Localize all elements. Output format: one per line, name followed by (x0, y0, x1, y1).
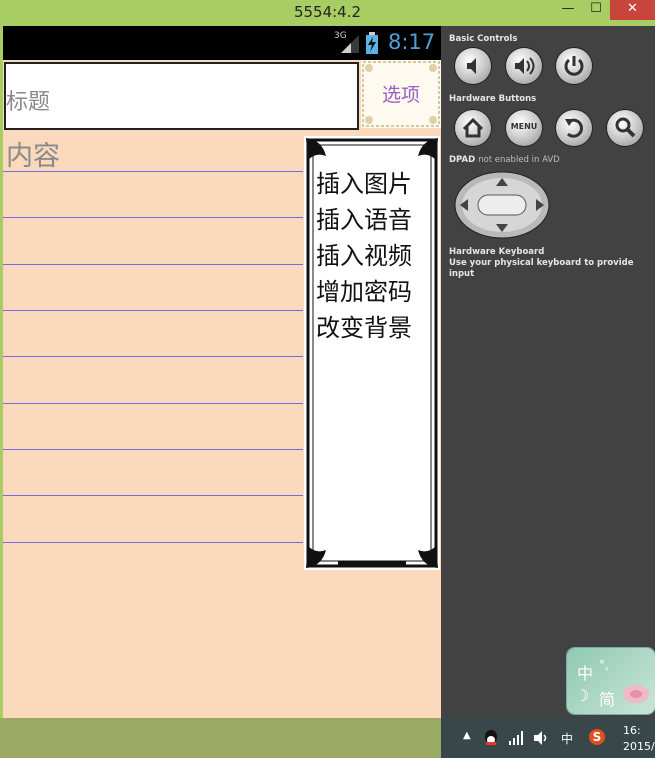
back-button[interactable] (556, 110, 592, 146)
power-button[interactable] (556, 48, 592, 84)
ruled-line (3, 542, 303, 543)
content-input[interactable]: 内容 (3, 130, 303, 718)
menu-button[interactable]: MENU (506, 110, 542, 146)
moon-icon: ☽ (575, 686, 590, 705)
volume-up-icon (515, 57, 535, 75)
dpad-control[interactable] (453, 170, 551, 240)
signal-icon (341, 35, 359, 53)
phone-screen: 3G 8:17 标题 选项 内容 插入图片 插入语音 插入视频 增加密码 改变背… (3, 26, 441, 718)
menu-button-label: MENU (510, 122, 538, 131)
back-icon (565, 118, 583, 138)
basic-controls-heading: Basic Controls (449, 34, 518, 44)
tray-ime-indicator[interactable]: 中 (561, 730, 573, 747)
ruled-line (3, 264, 303, 265)
ruled-line (3, 356, 303, 357)
ruled-line (3, 217, 303, 218)
search-button[interactable] (607, 110, 643, 146)
tray-expand-icon[interactable]: ▲ (463, 730, 471, 741)
minimize-button[interactable]: — (555, 0, 581, 20)
ruled-line (3, 495, 303, 496)
ime-widget[interactable]: 中 °, ☽ 简 (567, 648, 655, 714)
battery-icon (366, 32, 378, 54)
dpad-heading: DPAD not enabled in AVD (449, 155, 560, 165)
network-icon[interactable] (509, 731, 525, 745)
sogou-icon[interactable]: S (589, 729, 605, 745)
volume-down-button[interactable] (455, 48, 491, 84)
maximize-button[interactable]: ☐ (583, 0, 609, 20)
dpad-note: not enabled in AVD (478, 155, 560, 165)
flower-icon (623, 685, 649, 703)
volume-up-button[interactable] (506, 48, 542, 84)
menu-item-change-background[interactable]: 改变背景 (316, 308, 412, 343)
home-icon (462, 117, 484, 138)
search-icon (615, 117, 636, 138)
ruled-line (3, 171, 303, 172)
status-bar: 3G 8:17 (3, 26, 441, 60)
power-icon (564, 56, 584, 76)
menu-item-add-password[interactable]: 增加密码 (316, 272, 412, 307)
keyboard-heading: Hardware Keyboard (449, 247, 545, 257)
dpad-label: DPAD (449, 155, 476, 165)
emulator-controls: Basic Controls Hardware Buttons MENU DPA… (441, 26, 655, 718)
window-titlebar: 5554:4.2 — ☐ ✕ (0, 0, 655, 26)
clock-time: 16: (623, 724, 641, 737)
ruled-line (3, 449, 303, 450)
volume-down-icon (467, 58, 476, 74)
taskbar-clock[interactable]: 16: 2015/ (623, 723, 655, 755)
clock-date: 2015/ (623, 740, 655, 753)
ruled-line (3, 403, 303, 404)
menu-item-insert-audio[interactable]: 插入语音 (316, 200, 412, 235)
speaker-icon[interactable] (533, 730, 549, 746)
menu-item-insert-video[interactable]: 插入视频 (316, 236, 412, 271)
close-button[interactable]: ✕ (610, 0, 655, 20)
options-label: 选项 (381, 84, 420, 106)
options-button[interactable]: 选项 (361, 60, 441, 128)
status-time: 8:17 (388, 30, 436, 54)
content-placeholder: 内容 (6, 141, 60, 172)
menu-item-insert-image[interactable]: 插入图片 (316, 164, 412, 199)
qq-icon[interactable] (483, 729, 499, 747)
hardware-buttons-heading: Hardware Buttons (449, 94, 537, 104)
title-input[interactable]: 标题 (4, 62, 359, 130)
keyboard-hint: Use your physical keyboard to provide in… (449, 258, 634, 279)
home-button[interactable] (455, 110, 491, 146)
phone-nav-bar (0, 718, 441, 758)
ime-punctuation: °, (599, 658, 609, 672)
ime-language: 中 (577, 664, 594, 683)
options-menu: 插入图片 插入语音 插入视频 增加密码 改变背景 (304, 136, 440, 570)
ime-mode: 简 (599, 690, 616, 709)
taskbar-tray: ▲ 中 S 16: 2015/ (441, 718, 655, 758)
title-placeholder: 标题 (6, 90, 51, 115)
ruled-line (3, 310, 303, 311)
